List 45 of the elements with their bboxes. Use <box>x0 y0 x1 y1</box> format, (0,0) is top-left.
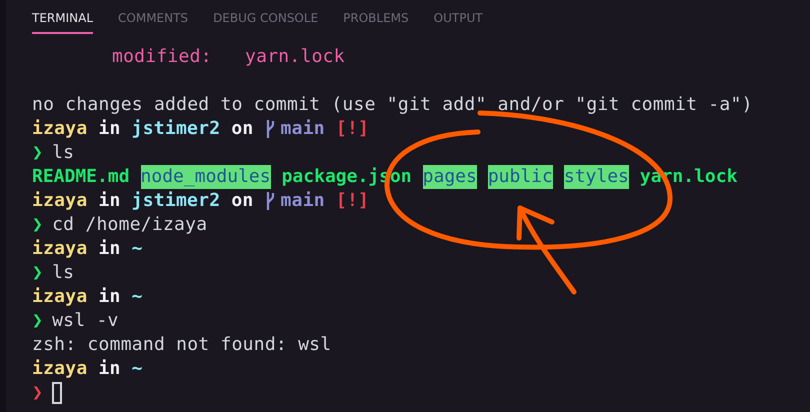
directory-name: public <box>488 165 553 189</box>
prompt-symbol: ❯ <box>32 309 44 333</box>
prompt-word: on <box>231 189 254 213</box>
terminal-output: no changes added to commit (use "git add" and/or "git commit -a") <box>32 93 753 117</box>
prompt-word: in <box>98 189 121 213</box>
prompt-symbol: ❯ <box>32 213 44 237</box>
prompt-user: izaya <box>32 285 88 309</box>
prompt-directory: jstimer2 <box>132 189 220 213</box>
prompt-symbol: ❯ <box>32 141 44 165</box>
prompt-word: in <box>98 237 121 261</box>
git-status: [!] <box>336 117 370 141</box>
file-name: README.md <box>32 165 130 189</box>
panel-tab[interactable]: DEBUG CONSOLE <box>213 0 318 34</box>
prompt-user: izaya <box>32 117 88 141</box>
panel-tab[interactable]: OUTPUT <box>434 0 483 34</box>
prompt-word: in <box>98 117 121 141</box>
prompt-word: in <box>98 285 121 309</box>
panel-tab[interactable]: COMMENTS <box>118 0 188 34</box>
prompt-user: izaya <box>32 237 88 261</box>
command-text: ls <box>52 261 74 285</box>
prompt-symbol: ❯ <box>32 381 44 405</box>
panel-tab[interactable]: PROBLEMS <box>343 0 409 34</box>
branch-icon <box>264 191 275 211</box>
command-text: wsl -v <box>52 309 119 333</box>
prompt-symbol: ❯ <box>32 261 44 285</box>
prompt-user: izaya <box>32 357 88 381</box>
directory-name: styles <box>564 165 629 189</box>
prompt-directory: ~ <box>132 285 143 309</box>
branch-name: main <box>280 189 325 213</box>
prompt-word: on <box>231 117 254 141</box>
terminal-output: zsh: command not found: wsl <box>32 333 332 357</box>
directory-name: node_modules <box>140 165 271 189</box>
branch-icon <box>264 119 275 139</box>
directory-name: pages <box>422 165 477 189</box>
command-text: cd /home/izaya <box>52 213 208 237</box>
prompt-directory: ~ <box>132 357 143 381</box>
prompt-word: in <box>98 357 121 381</box>
prompt-directory: jstimer2 <box>132 117 220 141</box>
prompt-user: izaya <box>32 189 88 213</box>
git-status: [!] <box>336 189 370 213</box>
command-text: ls <box>52 141 74 165</box>
branch-name: main <box>280 117 325 141</box>
prompt-directory: ~ <box>132 237 143 261</box>
git-status-line: modified: yarn.lock <box>112 45 345 69</box>
panel-tab[interactable]: TERMINAL <box>32 0 94 34</box>
